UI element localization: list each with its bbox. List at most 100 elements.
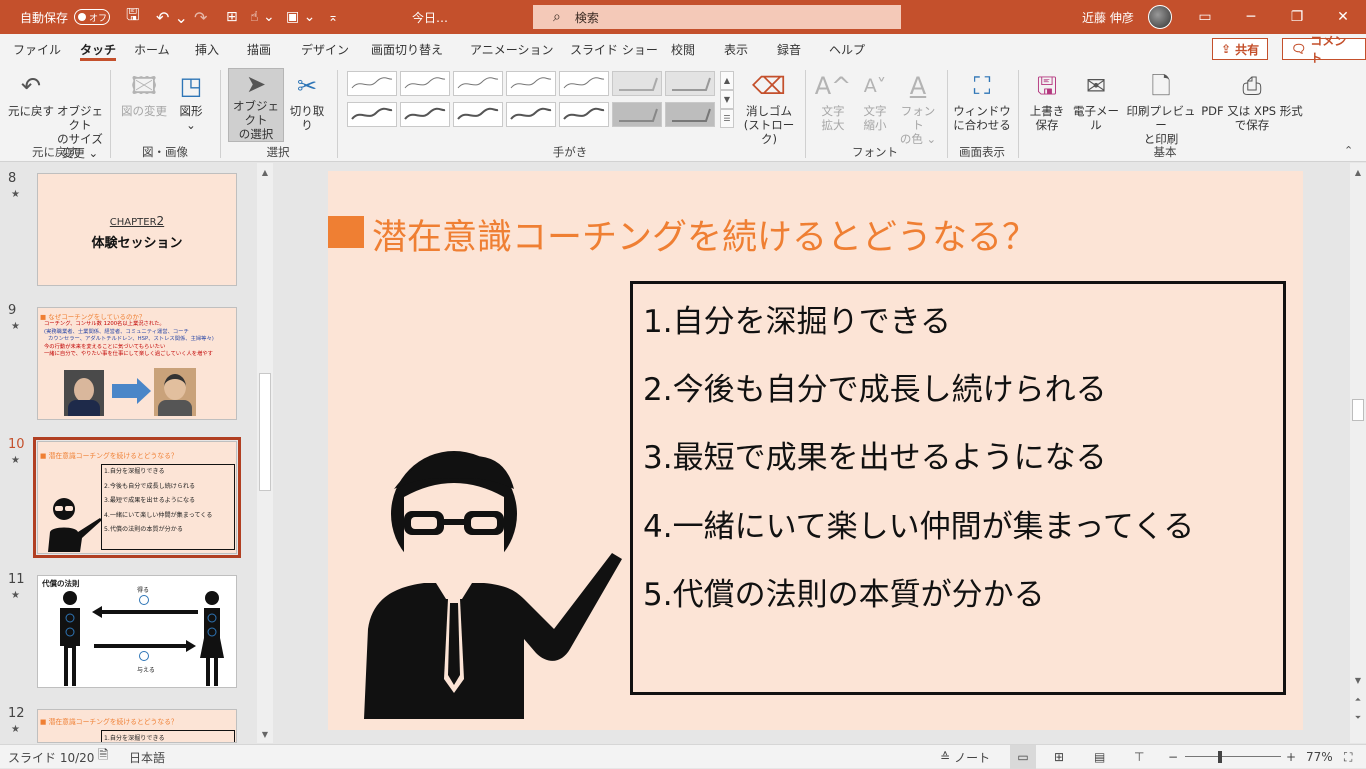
share-button[interactable]: ⇪ 共有	[1212, 38, 1269, 60]
restore-icon[interactable]: ❐	[1274, 0, 1320, 34]
save-pdf-button[interactable]: ⎙ PDF 又は XPS 形式 で保存	[1198, 68, 1306, 132]
highlighter-style-1[interactable]	[612, 71, 662, 96]
document-title[interactable]: 今日…	[412, 0, 448, 34]
font-grow-button[interactable]: A^ 文字 拡大	[813, 68, 853, 132]
fit-slide-icon[interactable]: ⛶	[1344, 745, 1352, 769]
tab-record[interactable]: 録音	[777, 34, 801, 64]
spelling-check-icon[interactable]: 🗎	[98, 745, 108, 769]
pen-style-4[interactable]	[506, 71, 556, 96]
pen-style-7[interactable]	[400, 102, 450, 127]
redo-icon[interactable]: ↷	[194, 0, 207, 34]
undo-button[interactable]: ↶ 元に戻す	[8, 68, 54, 118]
scroll-down-icon[interactable]: ▼	[1350, 673, 1366, 687]
pen-style-3[interactable]	[453, 71, 503, 96]
slide-thumbnail-10[interactable]: ■ 潜在意識コーチングを続けるとどうなる？ 1.自分を深掘りできる 2.今後も自…	[33, 437, 241, 558]
normal-view-icon[interactable]: ▭	[1010, 745, 1036, 769]
tab-insert[interactable]: 挿入	[195, 34, 219, 64]
layout-icon[interactable]: ▣ ⌄	[286, 0, 315, 34]
gallery-down-icon[interactable]: ▼	[720, 90, 734, 109]
scrollbar-thumb[interactable]	[259, 373, 271, 491]
tab-view[interactable]: 表示	[724, 34, 748, 64]
avatar[interactable]	[1148, 5, 1172, 29]
comment-button[interactable]: 🗨 コメント	[1282, 34, 1366, 65]
highlighter-style-4[interactable]	[665, 102, 715, 127]
eraser-button[interactable]: ⌫ 消しゴム (ストローク)	[740, 68, 798, 146]
highlighter-style-2[interactable]	[665, 71, 715, 96]
tab-design[interactable]: デザイン	[301, 34, 349, 64]
ribbon-display-icon[interactable]: ▭	[1182, 0, 1228, 34]
select-object-button[interactable]: ➤ オブジェクト の選択	[228, 68, 284, 142]
scroll-up-icon[interactable]: ▲	[257, 165, 273, 179]
slide-thumbnail-9[interactable]: ■ なぜコーチングをしているのか？ コーチング、コンサル数 1200名以上業況さ…	[37, 307, 237, 420]
presentation-icon[interactable]: ⊞	[226, 0, 238, 34]
pen-style-10[interactable]	[559, 102, 609, 127]
search-input[interactable]: ⌕ 検索	[533, 5, 901, 29]
minimize-icon[interactable]: ─	[1228, 0, 1274, 34]
print-preview-button[interactable]: 🗋 印刷プレビュー と印刷	[1126, 68, 1196, 146]
change-picture-button[interactable]: 🖾 図の変更	[118, 68, 170, 118]
reading-view-icon[interactable]: ▤	[1094, 745, 1105, 769]
zoom-level[interactable]: 77%	[1306, 745, 1333, 769]
tab-touch[interactable]: タッチ	[80, 34, 117, 64]
undo-icon[interactable]: ↶ ⌄	[156, 0, 188, 34]
next-slide-icon[interactable]: ⏷	[1350, 711, 1366, 725]
cut-button[interactable]: ✂ 切り取り	[286, 68, 328, 132]
previous-slide-icon[interactable]: ⏶	[1350, 693, 1366, 707]
font-color-button[interactable]: A フォント の色 ⌄	[897, 68, 939, 146]
language-indicator[interactable]: 日本語	[129, 745, 165, 769]
autosave-toggle[interactable]: オフ	[74, 9, 111, 25]
tab-animations[interactable]: アニメーション	[470, 34, 554, 64]
tab-file[interactable]: ファイル	[13, 34, 61, 64]
font-color-label1: フォント	[900, 104, 936, 132]
slide-title[interactable]: 潜在意識コーチングを続けるとどうなる？	[372, 209, 1037, 260]
thumbnail-scrollbar[interactable]: ▲ ▼	[257, 163, 273, 743]
customize-qat-icon[interactable]: ⌅	[328, 0, 338, 34]
zoom-slider-handle[interactable]	[1218, 751, 1222, 763]
user-name[interactable]: 近藤 伸彦	[1082, 0, 1134, 34]
status-bar: スライド 10/20 🗎 日本語 ≙ ノート ▭ ⊞ ▤ ⊤ − + 77% ⛶	[0, 744, 1366, 769]
gallery-more-icon[interactable]: ☰	[720, 109, 734, 128]
touch-mode-icon[interactable]: ☝ ⌄	[250, 0, 275, 34]
highlighter-style-3[interactable]	[612, 102, 662, 127]
slide-thumbnail-8[interactable]: CHAPTER2 体験セッション	[37, 173, 237, 286]
pen-style-2[interactable]	[400, 71, 450, 96]
save-button[interactable]: 🖫 上書き 保存	[1026, 68, 1068, 132]
current-slide[interactable]: 潜在意識コーチングを続けるとどうなる？ 1.自分を深掘りできる 2.今後も自分で…	[328, 171, 1303, 730]
close-icon[interactable]: ✕	[1320, 0, 1366, 34]
email-button[interactable]: ✉ 電子メール	[1068, 68, 1124, 132]
eraser-icon: ⌫	[752, 72, 786, 100]
tab-home[interactable]: ホーム	[134, 34, 170, 64]
zoom-slider[interactable]	[1185, 756, 1281, 757]
collapse-ribbon-icon[interactable]: ⌃	[1344, 144, 1353, 157]
tab-transitions[interactable]: 画面切り替え	[371, 34, 443, 64]
pen-style-6[interactable]	[347, 102, 397, 127]
notes-button[interactable]: ≙ ノート	[940, 745, 990, 769]
numbered-list-box[interactable]: 1.自分を深掘りできる 2.今後も自分で成長し続けられる 3.最短で成果を出せる…	[630, 281, 1286, 695]
slide-thumbnail-11[interactable]: 代償の法則 得る 与える	[37, 575, 237, 688]
gallery-up-icon[interactable]: ▲	[720, 71, 734, 90]
tab-review[interactable]: 校閲	[671, 34, 695, 64]
zoom-in-button[interactable]: +	[1286, 745, 1296, 769]
pen-style-8[interactable]	[453, 102, 503, 127]
fit-window-button[interactable]: ⛶ ウィンドウ に合わせる	[953, 68, 1011, 132]
slide-scrollbar[interactable]: ▲ ▼ ⏶ ⏷	[1350, 163, 1366, 743]
pen-style-5[interactable]	[559, 71, 609, 96]
pen-style-1[interactable]	[347, 71, 397, 96]
scroll-up-icon[interactable]: ▲	[1350, 165, 1366, 179]
autosave[interactable]: 自動保存 オフ	[20, 0, 111, 34]
tab-slideshow[interactable]: スライド ショー	[570, 34, 658, 64]
scrollbar-thumb[interactable]	[1352, 399, 1364, 421]
tab-draw[interactable]: 描画	[247, 34, 271, 64]
slide-thumbnail-12[interactable]: ■ 潜在意識コーチングを続けるとどうなる？ 1.自分を深掘りできる	[37, 709, 237, 743]
slideshow-view-icon[interactable]: ⊤	[1134, 745, 1144, 769]
zoom-out-button[interactable]: −	[1168, 745, 1178, 769]
font-shrink-button[interactable]: A˅ 文字 縮小	[855, 68, 895, 133]
tab-help[interactable]: ヘルプ	[829, 34, 865, 64]
slide-sorter-icon[interactable]: ⊞	[1054, 745, 1064, 769]
slide-counter[interactable]: スライド 10/20	[8, 745, 94, 769]
shapes-button[interactable]: ◳ 図形 ⌄	[172, 68, 210, 132]
search-placeholder: 検索	[574, 10, 599, 25]
pen-style-9[interactable]	[506, 102, 556, 127]
scroll-down-icon[interactable]: ▼	[257, 727, 273, 741]
save-icon[interactable]: 🖫	[126, 0, 140, 34]
